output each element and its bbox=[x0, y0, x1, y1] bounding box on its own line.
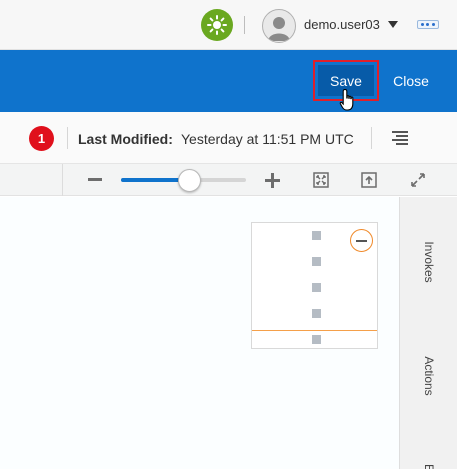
chevron-down-icon[interactable] bbox=[388, 21, 398, 28]
zoom-out-icon[interactable] bbox=[88, 178, 102, 181]
last-modified-label: Last Modified: bbox=[78, 131, 173, 147]
fit-to-screen-icon[interactable] bbox=[313, 172, 329, 188]
hand-cursor-icon bbox=[339, 88, 354, 111]
minimap-node bbox=[312, 309, 321, 318]
zoom-slider-handle[interactable] bbox=[178, 169, 201, 192]
status-divider bbox=[67, 127, 68, 149]
canvas-toolbar bbox=[0, 164, 457, 196]
toolbar-divider bbox=[62, 164, 63, 196]
tab-label: E bbox=[422, 463, 436, 469]
user-avatar-icon[interactable] bbox=[262, 9, 296, 43]
tab-label: Invokes bbox=[422, 241, 436, 283]
status-divider bbox=[371, 127, 372, 149]
minimap[interactable] bbox=[251, 222, 378, 349]
minimap-node bbox=[312, 231, 321, 240]
side-panel: Invokes Actions E bbox=[399, 197, 457, 469]
action-bar: Save Close bbox=[0, 50, 457, 112]
header-divider bbox=[244, 16, 245, 34]
minimap-viewport-line bbox=[252, 330, 377, 331]
username-label[interactable]: demo.user03 bbox=[304, 17, 380, 32]
status-row: 1 Last Modified: Yesterday at 11:51 PM U… bbox=[0, 112, 457, 164]
zoom-in-icon[interactable] bbox=[265, 173, 280, 188]
close-button[interactable]: Close bbox=[388, 65, 434, 96]
menu-icon[interactable] bbox=[392, 131, 408, 145]
export-icon[interactable] bbox=[361, 172, 377, 188]
minimap-node bbox=[312, 335, 321, 344]
minimap-node bbox=[312, 283, 321, 292]
flow-canvas[interactable] bbox=[0, 197, 399, 469]
sun-icon[interactable] bbox=[201, 9, 233, 41]
tab-label: Actions bbox=[422, 356, 436, 396]
more-dots-icon[interactable] bbox=[417, 20, 439, 29]
error-count-badge[interactable]: 1 bbox=[29, 126, 54, 151]
top-user-bar: demo.user03 bbox=[0, 0, 457, 50]
minimap-node bbox=[312, 257, 321, 266]
last-modified-value: Yesterday at 11:51 PM UTC bbox=[181, 131, 354, 147]
collapse-minimap-icon[interactable] bbox=[350, 229, 373, 252]
expand-icon[interactable] bbox=[410, 172, 426, 188]
